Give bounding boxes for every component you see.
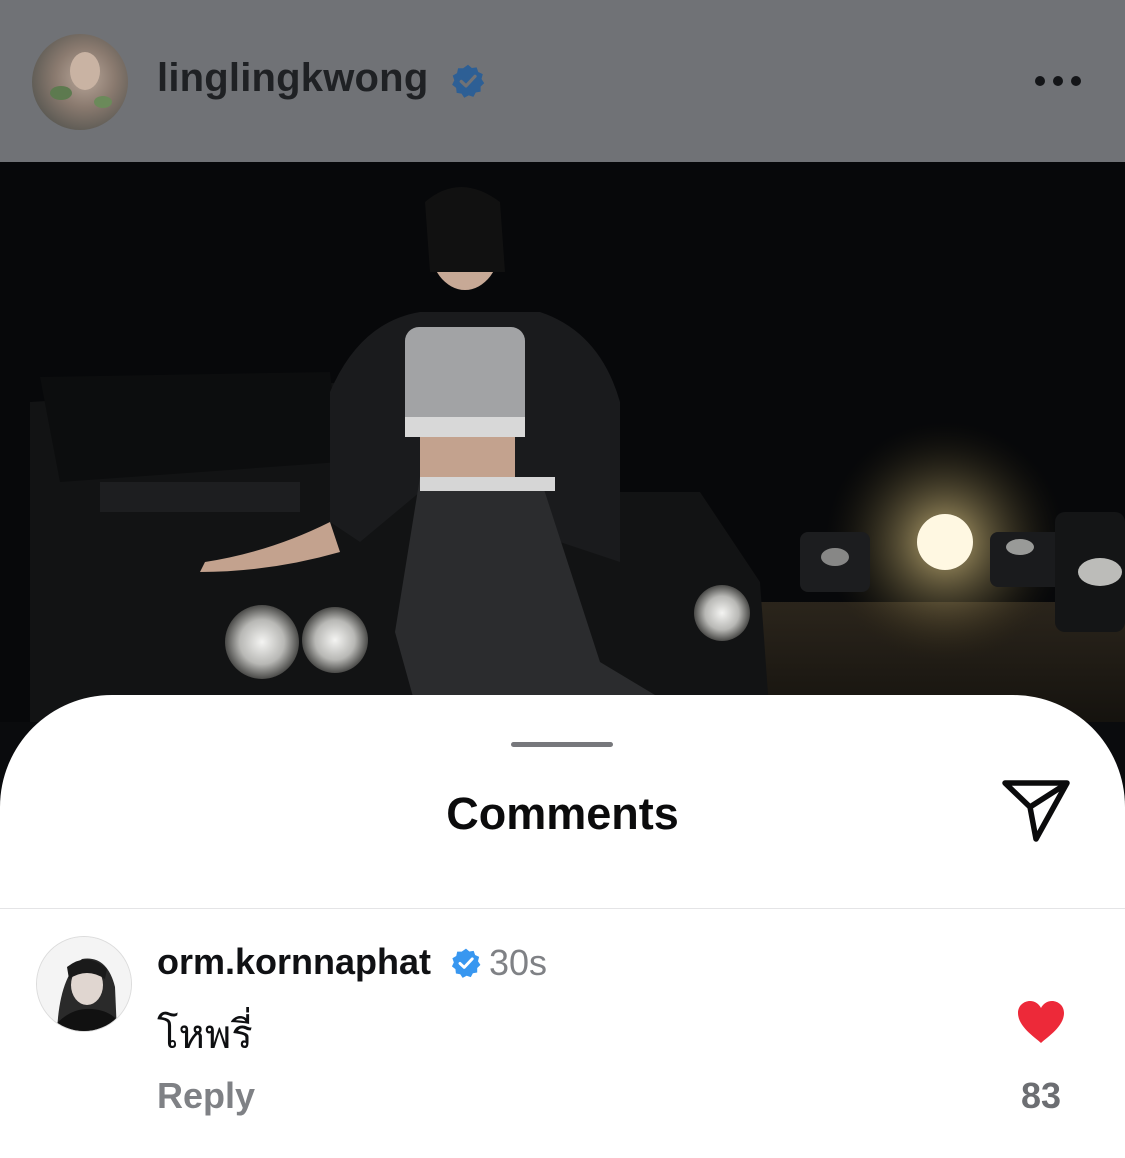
heart-filled-icon[interactable] <box>1016 999 1066 1045</box>
author-avatar[interactable] <box>32 34 128 130</box>
comments-sheet: Comments orm.kornnaphat 30s โหพรี่ Reply <box>0 695 1125 1158</box>
comment-like-count: 83 <box>1020 1075 1062 1116</box>
comment-text: โหพรี่ <box>157 1013 253 1057</box>
commenter-username[interactable]: orm.kornnaphat <box>157 941 431 983</box>
share-send-icon[interactable] <box>1000 777 1072 845</box>
verified-badge-icon <box>451 948 481 978</box>
sheet-divider <box>0 908 1125 909</box>
reply-button[interactable]: Reply <box>157 1075 255 1117</box>
sheet-grabber-handle[interactable] <box>511 742 613 747</box>
verified-badge-icon <box>452 64 485 98</box>
sheet-title: Comments <box>446 788 679 839</box>
commenter-avatar[interactable] <box>36 936 132 1032</box>
post-photo[interactable] <box>0 162 1125 722</box>
author-username[interactable]: linglingkwong <box>157 56 428 101</box>
instagram-post-screen: linglingkwong Comments orm.kornnaphat 30… <box>0 0 1125 1158</box>
comment-timestamp: 30s <box>489 942 548 983</box>
more-options-icon[interactable] <box>1033 70 1083 92</box>
post-header: linglingkwong <box>0 0 1125 162</box>
post-photo-image <box>0 162 1125 722</box>
